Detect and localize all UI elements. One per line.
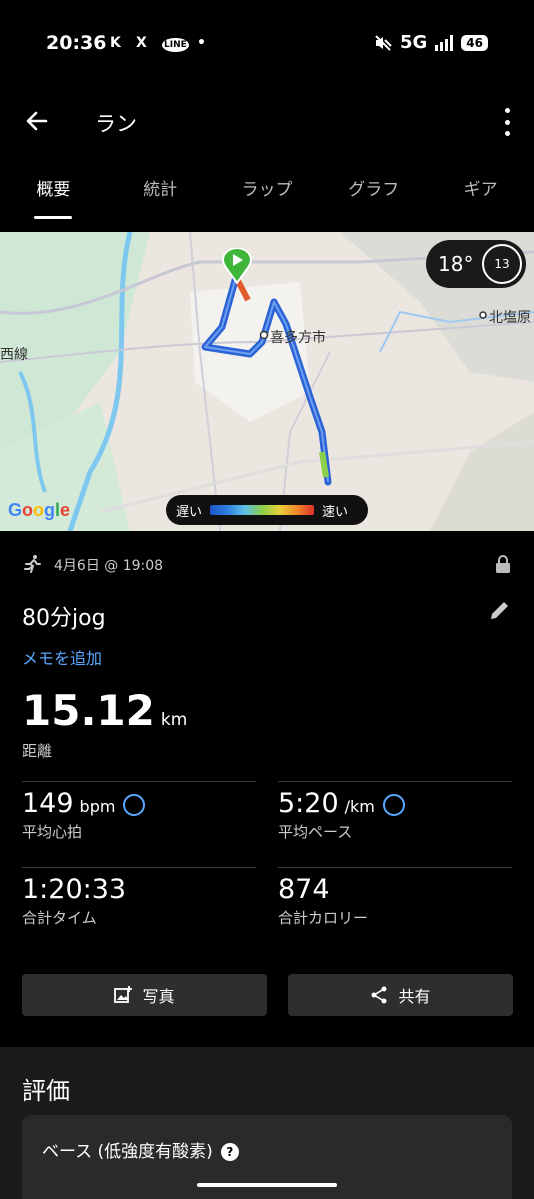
gesture-nav-bar[interactable] bbox=[197, 1183, 337, 1187]
heart-rate-label: 平均心拍 bbox=[22, 823, 83, 841]
total-time-value: 1:20:33 bbox=[22, 874, 127, 905]
photo-button-label: 写真 bbox=[142, 987, 175, 1006]
divider bbox=[22, 781, 256, 782]
tab-graph[interactable]: グラフ bbox=[320, 175, 427, 223]
app-bar: ラン bbox=[0, 100, 534, 146]
pace-gradient bbox=[210, 505, 315, 515]
pace-legend: 遅い 速い bbox=[166, 495, 368, 525]
share-button-label: 共有 bbox=[398, 987, 431, 1006]
pace-value: 5:20 bbox=[278, 788, 339, 819]
share-icon bbox=[371, 986, 387, 1004]
calories-label: 合計カロリー bbox=[278, 909, 369, 927]
heart-rate-unit: bpm bbox=[79, 797, 116, 816]
notification-k-icon: K bbox=[110, 35, 121, 51]
map-label-north: 北塩原 bbox=[489, 310, 531, 326]
tab-laps[interactable]: ラップ bbox=[214, 175, 321, 223]
tab-stats[interactable]: 統計 bbox=[107, 175, 214, 223]
wind-speed: 13 bbox=[494, 257, 510, 271]
total-time-label: 合計タイム bbox=[22, 909, 97, 927]
status-time: 20:36 bbox=[46, 32, 107, 54]
help-icon[interactable]: ? bbox=[220, 1143, 239, 1161]
status-bar: 20:36 K X LINE • 5G 46 bbox=[0, 0, 534, 88]
metric-total-time: 1:20:33 合計タイム bbox=[22, 874, 126, 928]
photo-button[interactable]: 写真 bbox=[22, 974, 267, 1016]
divider bbox=[278, 781, 512, 782]
activity-name: 80分jog bbox=[22, 606, 106, 631]
battery-icon: 46 bbox=[461, 34, 488, 51]
metric-calories: 874 合計カロリー bbox=[278, 874, 368, 928]
legend-fast-label: 速い bbox=[322, 504, 349, 520]
tab-bar: 概要 統計 ラップ グラフ ギア bbox=[0, 175, 534, 223]
running-icon bbox=[24, 555, 41, 573]
heart-rate-value: 149 bbox=[22, 788, 74, 819]
activity-date: 4月6日 @ 19:08 bbox=[54, 558, 164, 574]
training-effect-title: ベース (低強度有酸素) bbox=[42, 1142, 213, 1162]
calories-value: 874 bbox=[278, 874, 330, 905]
lock-icon[interactable] bbox=[494, 554, 512, 574]
google-logo: Google bbox=[8, 500, 71, 520]
heart-rate-chart-icon[interactable] bbox=[123, 793, 146, 816]
notification-x-icon: X bbox=[136, 35, 147, 51]
route-map[interactable]: 喜多方市 北塩原 西線 18° 13 Google 遅い 速い bbox=[0, 232, 534, 531]
signal-icon bbox=[435, 34, 454, 51]
notification-dot-icon: • bbox=[197, 35, 206, 51]
back-arrow-icon[interactable] bbox=[22, 106, 52, 136]
distance-unit: km bbox=[160, 710, 188, 730]
metric-heart-rate: 149 bpm 平均心拍 bbox=[22, 788, 146, 842]
tab-gear[interactable]: ギア bbox=[427, 175, 534, 223]
map-label-city: 喜多方市 bbox=[270, 330, 326, 346]
mute-icon bbox=[375, 34, 392, 51]
legend-slow-label: 遅い bbox=[176, 504, 203, 520]
add-memo-link[interactable]: メモを追加 bbox=[22, 645, 102, 669]
distance-value: 15.12 bbox=[22, 686, 155, 735]
divider bbox=[22, 867, 256, 868]
evaluation-section: 評価 ベース (低強度有酸素)? bbox=[0, 1047, 534, 1199]
share-button[interactable]: 共有 bbox=[288, 974, 513, 1016]
divider bbox=[278, 867, 512, 868]
pace-unit: /km bbox=[344, 797, 375, 816]
start-marker-icon bbox=[222, 248, 252, 284]
evaluation-heading: 評価 bbox=[22, 1077, 70, 1105]
notification-line-icon: LINE bbox=[162, 38, 189, 52]
wind-dial-icon: 13 bbox=[482, 244, 522, 284]
add-photo-icon bbox=[114, 986, 133, 1003]
metric-pace: 5:20/km 平均ペース bbox=[278, 788, 405, 842]
weather-badge: 18° 13 bbox=[426, 240, 526, 288]
distance-label: 距離 bbox=[22, 742, 53, 760]
tab-overview[interactable]: 概要 bbox=[0, 175, 107, 223]
edit-pencil-icon[interactable] bbox=[488, 598, 512, 622]
activity-meta: 4月6日 @ 19:08 bbox=[22, 552, 512, 578]
pace-label: 平均ペース bbox=[278, 823, 353, 841]
more-options-icon[interactable] bbox=[500, 108, 514, 136]
temperature: 18° bbox=[438, 252, 474, 276]
pace-chart-icon[interactable] bbox=[382, 793, 405, 816]
map-label-line: 西線 bbox=[0, 347, 28, 363]
distance-display: 15.12 km bbox=[22, 686, 187, 735]
network-type: 5G bbox=[399, 32, 428, 53]
page-title: ラン bbox=[95, 112, 137, 136]
